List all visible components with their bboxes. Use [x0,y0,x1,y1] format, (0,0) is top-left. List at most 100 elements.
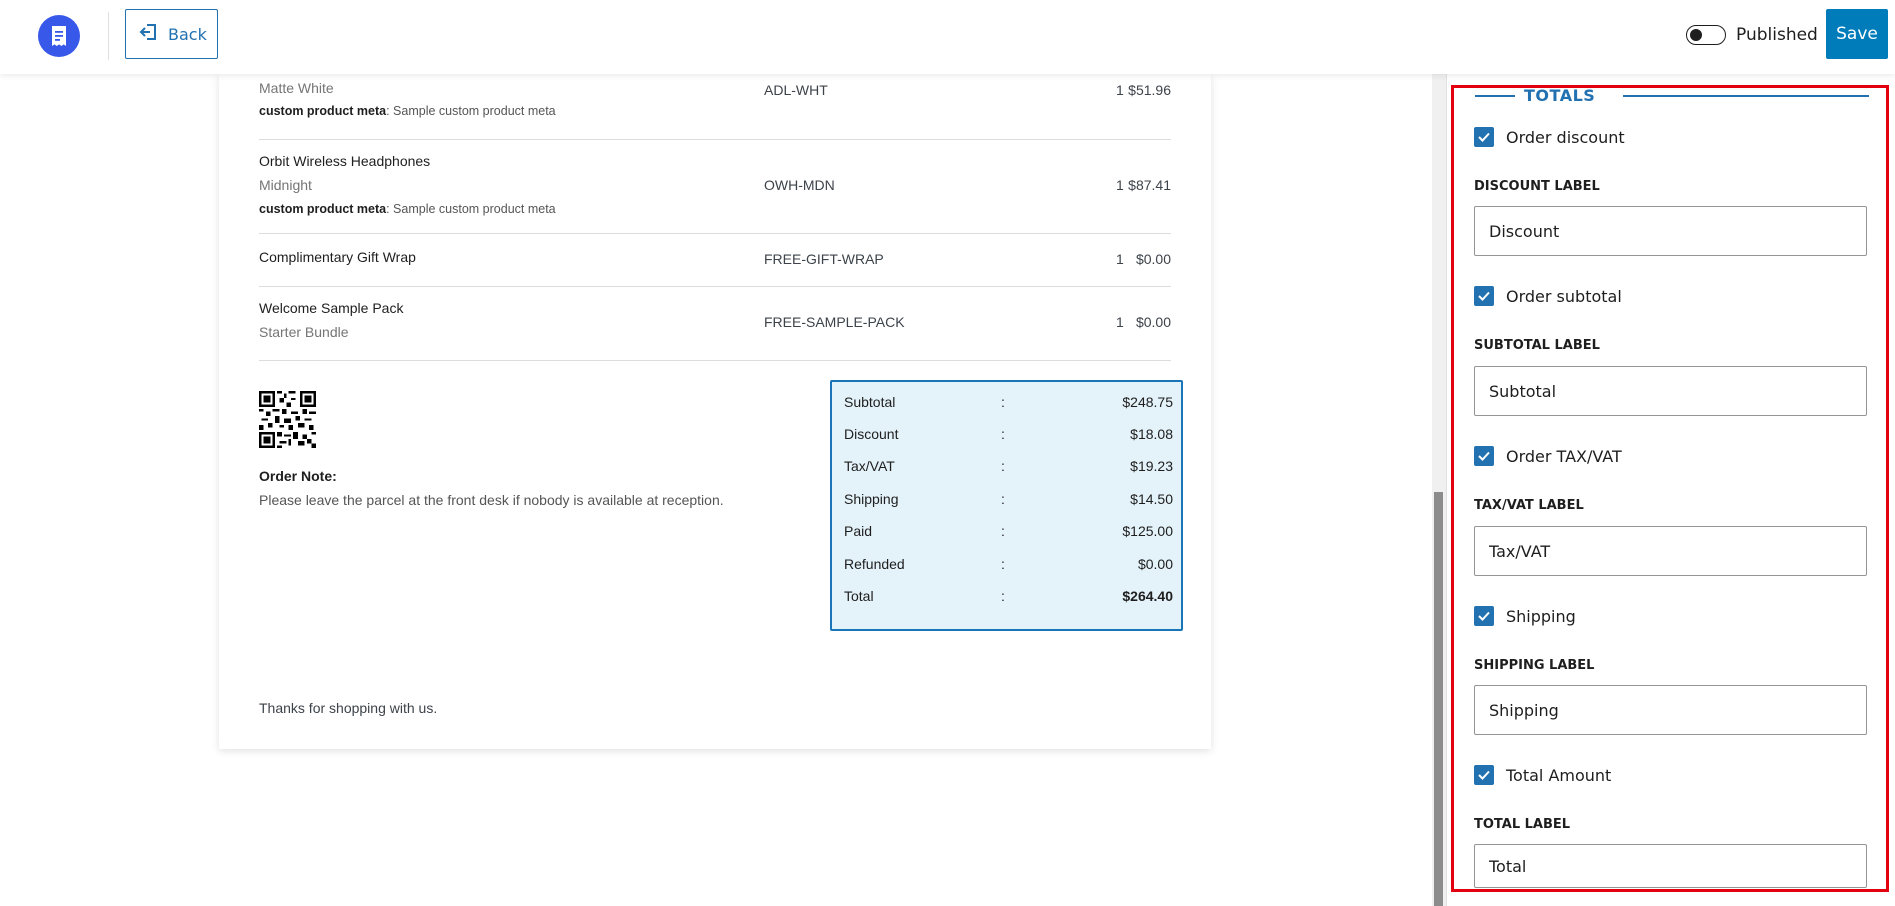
totals-row: Tax/VAT: $19.23 [844,458,1173,480]
checkbox-label: Total Amount [1506,765,1612,785]
checkmark-icon[interactable] [1474,127,1494,147]
product-variant: Midnight [259,177,312,193]
product-qty: 1 [1116,251,1124,267]
field-label: SHIPPING LABEL [1474,658,1595,673]
totals-label: Shipping [844,491,899,507]
checkmark-icon[interactable] [1474,286,1494,306]
order-note-label: Order Note: [259,468,337,484]
totals-value: $0.00 [1137,556,1173,572]
checkmark-icon[interactable] [1474,765,1494,785]
back-label: Back [168,24,207,44]
header-divider [108,12,109,60]
product-meta: custom product meta: Sample custom produ… [259,104,556,118]
product-price: $51.96 [1128,82,1171,98]
table-row: Orbit Wireless Headphones Midnight custo… [259,140,1171,234]
totals-value: $125.00 [1122,523,1173,539]
table-row: Welcome Sample Pack Starter Bundle FREE-… [259,287,1171,361]
preview-canvas: Matte White custom product meta: Sample … [0,74,1432,906]
product-sku: ADL-WHT [764,82,828,98]
product-sku: OWH-MDN [764,177,835,193]
invoice-paper: Matte White custom product meta: Sample … [219,74,1211,749]
product-qty: 1 [1116,177,1124,193]
tax-label-input[interactable] [1474,526,1867,576]
section-title: TOTALS [1524,86,1596,105]
qr-code-icon [259,391,316,448]
title-rule-right [1623,95,1869,97]
totals-label: Refunded [844,556,905,572]
totals-separator: : [1001,394,1005,410]
totals-row-total: Total: $264.40 [844,588,1173,610]
checkbox-order-tax[interactable]: Order TAX/VAT [1474,446,1622,466]
total-label-input[interactable] [1474,844,1867,888]
footer-text: Thanks for shopping with us. [259,700,438,716]
totals-row: Shipping: $14.50 [844,491,1173,513]
totals-value: $264.40 [1122,588,1173,604]
product-variant: Matte White [259,80,334,96]
checkbox-total-amount[interactable]: Total Amount [1474,765,1611,785]
field-label: TOTAL LABEL [1474,817,1571,832]
product-price: $87.41 [1128,177,1171,193]
totals-separator: : [1001,556,1005,572]
product-price: $0.00 [1135,251,1171,267]
discount-label-input[interactable] [1474,206,1867,256]
exit-arrow-icon [138,22,158,46]
meta-value: : Sample custom product meta [386,104,556,118]
totals-label: Total [844,588,874,604]
checkmark-icon[interactable] [1474,446,1494,466]
totals-separator: : [1001,588,1005,604]
checkbox-order-subtotal[interactable]: Order subtotal [1474,286,1622,306]
meta-value: : Sample custom product meta [386,202,556,216]
shipping-label-input[interactable] [1474,685,1867,735]
field-label: DISCOUNT LABEL [1474,179,1600,194]
checkmark-icon[interactable] [1474,606,1494,626]
totals-row: Subtotal: $248.75 [844,394,1173,416]
checkbox-label: Shipping [1506,606,1576,626]
totals-value: $248.75 [1122,394,1173,410]
totals-separator: : [1001,523,1005,539]
field-label: TAX/VAT LABEL [1474,498,1584,513]
product-price: $0.00 [1135,314,1171,330]
checkbox-label: Order discount [1506,127,1625,147]
product-meta: custom product meta: Sample custom produ… [259,202,556,216]
totals-value: $18.08 [1130,426,1173,442]
product-sku: FREE-GIFT-WRAP [764,251,884,267]
top-bar: Back Published Save [0,0,1895,74]
product-variant: Starter Bundle [259,324,349,340]
table-row: Matte White custom product meta: Sample … [259,64,1171,140]
product-name: Complimentary Gift Wrap [259,249,416,265]
product-name: Orbit Wireless Headphones [259,153,431,169]
receipt-icon[interactable] [38,15,80,57]
product-qty: 1 [1116,82,1124,98]
checkbox-label: Order TAX/VAT [1506,446,1622,466]
totals-separator: : [1001,426,1005,442]
totals-separator: : [1001,491,1005,507]
product-qty: 1 [1116,314,1124,330]
totals-label: Tax/VAT [844,458,895,474]
back-button[interactable]: Back [125,9,218,59]
table-row: Complimentary Gift Wrap FREE-GIFT-WRAP 1… [259,234,1171,287]
subtotal-label-input[interactable] [1474,366,1867,416]
totals-label: Discount [844,426,899,442]
published-toggle[interactable] [1686,25,1726,45]
meta-key: custom product meta [259,104,387,118]
totals-row: Discount: $18.08 [844,426,1173,448]
totals-label: Paid [844,523,873,539]
checkbox-shipping[interactable]: Shipping [1474,606,1576,626]
published-label: Published [1736,25,1818,45]
toggle-knob [1690,28,1702,41]
totals-label: Subtotal [844,394,896,410]
totals-value: $14.50 [1130,491,1173,507]
totals-box: Subtotal: $248.75 Discount: $18.08 Tax/VAT… [830,380,1183,631]
totals-row: Paid: $125.00 [844,523,1173,545]
totals-row: Refunded: $0.00 [844,556,1173,578]
meta-key: custom product meta [259,202,387,216]
field-label: SUBTOTAL LABEL [1474,338,1600,353]
save-button[interactable]: Save [1826,9,1888,59]
checkbox-label: Order subtotal [1506,286,1622,306]
checkbox-order-discount[interactable]: Order discount [1474,127,1625,147]
product-name: Welcome Sample Pack [259,300,404,316]
order-note-text: Please leave the parcel at the front des… [259,492,724,508]
scrollbar[interactable] [1434,492,1443,906]
product-sku: FREE-SAMPLE-PACK [764,314,905,330]
totals-value: $19.23 [1130,458,1173,474]
